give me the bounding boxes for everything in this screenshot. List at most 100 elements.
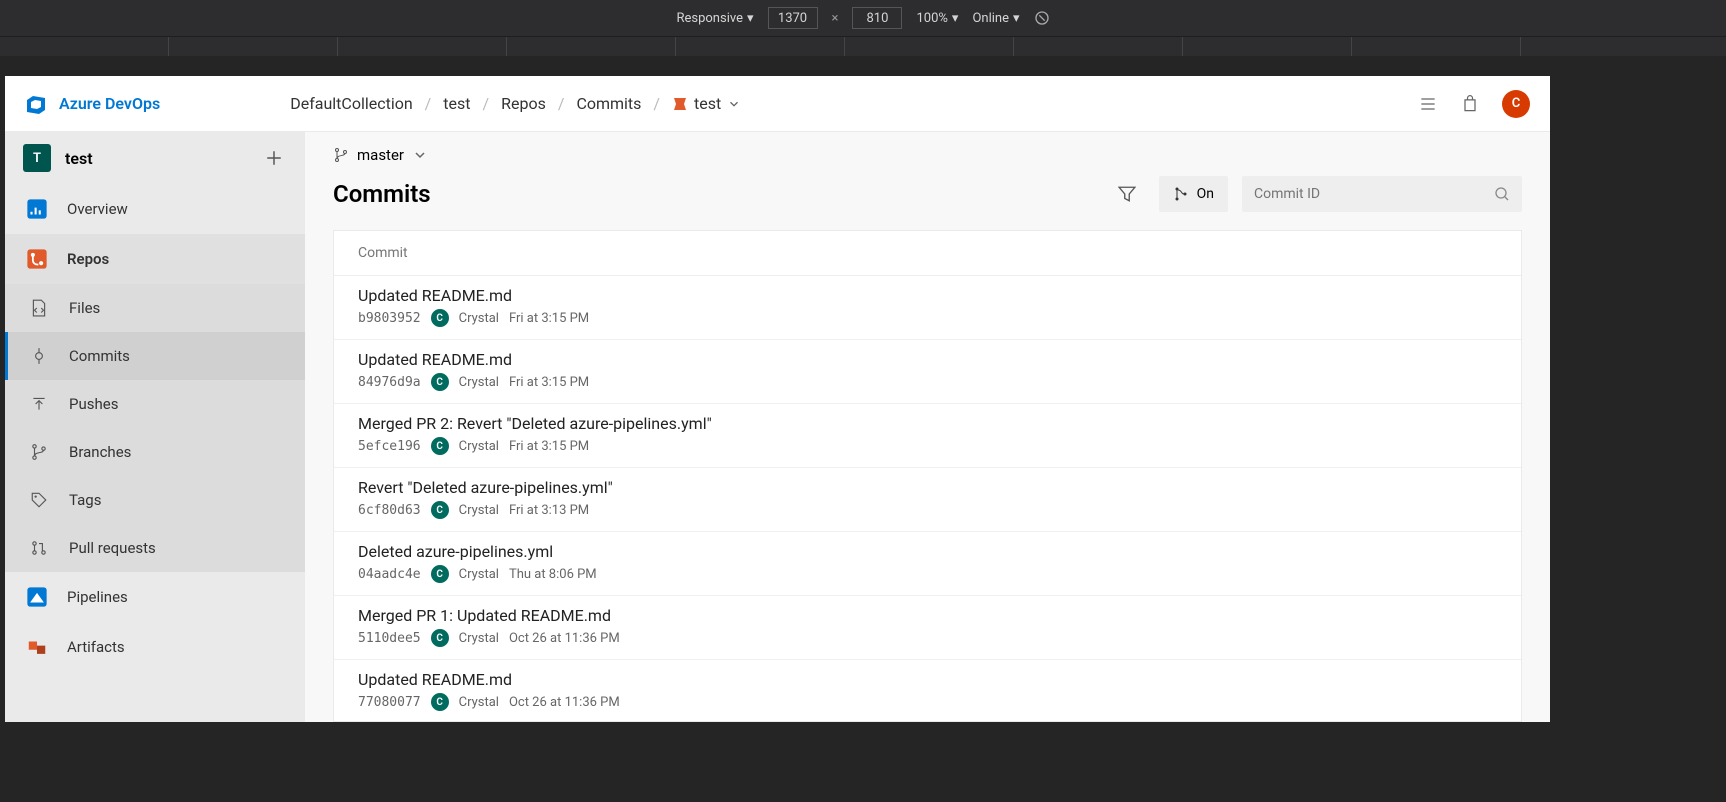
commit-icon xyxy=(27,344,51,368)
commit-author: Crystal xyxy=(459,631,499,646)
commit-author: Crystal xyxy=(459,567,499,582)
commits-panel: Commit Updated README.mdb9803952CCrystal… xyxy=(333,230,1522,722)
list-icon[interactable] xyxy=(1418,94,1438,114)
avatar[interactable]: C xyxy=(1502,90,1530,118)
breadcrumb-project[interactable]: test xyxy=(443,94,470,113)
author-badge: C xyxy=(431,437,449,455)
file-icon xyxy=(27,296,51,320)
bag-icon[interactable] xyxy=(1460,94,1480,114)
page-viewport: Azure DevOps DefaultCollection / test / … xyxy=(5,76,1550,722)
commit-hash: 5110dee5 xyxy=(358,631,421,646)
sidebar-item-label: Files xyxy=(69,299,100,317)
commit-hash: 84976d9a xyxy=(358,375,421,390)
commit-time: Fri at 3:13 PM xyxy=(509,503,589,518)
network-dropdown[interactable]: Online▾ xyxy=(972,11,1019,26)
graph-toggle-label: On xyxy=(1197,186,1214,202)
product-logo[interactable]: Azure DevOps xyxy=(25,92,160,116)
sidebar-item-commits[interactable]: Commits xyxy=(5,332,305,380)
overview-icon xyxy=(25,197,49,221)
sidebar-item-pushes[interactable]: Pushes xyxy=(5,380,305,428)
azure-devops-icon xyxy=(25,92,49,116)
product-name: Azure DevOps xyxy=(59,94,160,113)
commit-author: Crystal xyxy=(459,311,499,326)
author-badge: C xyxy=(431,373,449,391)
push-icon xyxy=(27,392,51,416)
project-badge: T xyxy=(23,144,51,172)
sidebar-item-label: Commits xyxy=(69,347,130,365)
project-name: test xyxy=(65,149,247,168)
commit-row[interactable]: Merged PR 2: Revert "Deleted azure-pipel… xyxy=(334,404,1521,468)
commit-title: Merged PR 2: Revert "Deleted azure-pipel… xyxy=(358,414,1497,433)
branch-icon xyxy=(27,440,51,464)
pipelines-icon xyxy=(25,585,49,609)
breadcrumb-sep: / xyxy=(558,94,565,113)
breadcrumb-collection[interactable]: DefaultCollection xyxy=(290,94,412,113)
commit-meta: 84976d9a C Crystal Fri at 3:15 PM xyxy=(358,373,1497,391)
commit-author: Crystal xyxy=(459,695,499,710)
branch-selector[interactable]: master xyxy=(305,132,1550,176)
sidebar-item-label: Pipelines xyxy=(67,588,128,606)
branch-name: master xyxy=(357,146,404,164)
author-badge: C xyxy=(431,309,449,327)
tag-icon xyxy=(27,488,51,512)
commit-row[interactable]: Revert "Deleted azure-pipelines.yml"6cf8… xyxy=(334,468,1521,532)
breadcrumb-sep: / xyxy=(483,94,490,113)
breadcrumb: DefaultCollection / test / Repos / Commi… xyxy=(290,94,741,113)
commit-meta: 6cf80d63CCrystalFri at 3:13 PM xyxy=(358,501,1497,519)
breadcrumb-area[interactable]: Repos xyxy=(501,94,546,113)
commit-title: Updated README.md xyxy=(358,350,1497,369)
commit-row[interactable]: Updated README.md77080077CCrystalOct 26 … xyxy=(334,660,1521,722)
commit-hash: 04aadc4e xyxy=(358,567,421,582)
author-badge: C xyxy=(431,629,449,647)
commit-search[interactable] xyxy=(1242,176,1522,212)
sidebar-item-overview[interactable]: Overview xyxy=(5,184,305,234)
branch-icon xyxy=(333,147,349,163)
commit-row[interactable]: Merged PR 1: Updated README.md5110dee5CC… xyxy=(334,596,1521,660)
commits-column-header: Commit xyxy=(334,231,1521,276)
project-row[interactable]: T test xyxy=(5,132,305,184)
commit-hash: 5efce196 xyxy=(358,439,421,454)
commit-time: Fri at 3:15 PM xyxy=(509,439,589,454)
commit-time: Fri at 3:15 PM xyxy=(509,311,589,326)
commit-meta: 04aadc4eCCrystalThu at 8:06 PM xyxy=(358,565,1497,583)
search-input[interactable] xyxy=(1254,186,1494,202)
main-content: master Commits On xyxy=(305,132,1550,722)
sidebar-item-repos[interactable]: Repos xyxy=(5,234,305,284)
commit-author: Crystal xyxy=(459,375,499,390)
graph-icon xyxy=(1173,186,1189,202)
commit-time: Oct 26 at 11:36 PM xyxy=(509,631,620,646)
breadcrumb-repo[interactable]: test xyxy=(672,94,741,113)
commit-meta: 5110dee5 C Crystal Oct 26 at 11:36 PM xyxy=(358,629,1497,647)
sidebar-item-label: Tags xyxy=(69,491,101,509)
commit-title: Revert "Deleted azure-pipelines.yml" xyxy=(358,478,1497,497)
commit-time: Fri at 3:15 PM xyxy=(509,375,589,390)
device-dropdown[interactable]: Responsive▾ xyxy=(676,11,753,26)
sidebar-item-files[interactable]: Files xyxy=(5,284,305,332)
rotate-icon[interactable] xyxy=(1034,10,1050,26)
breadcrumb-page[interactable]: Commits xyxy=(576,94,641,113)
commit-title: Updated README.md xyxy=(358,286,1497,305)
breadcrumb-sep: / xyxy=(425,94,432,113)
sidebar-item-pipelines[interactable]: Pipelines xyxy=(5,572,305,622)
repos-icon xyxy=(25,247,49,271)
topbar: Azure DevOps DefaultCollection / test / … xyxy=(5,76,1550,132)
sidebar-item-artifacts[interactable]: Artifacts xyxy=(5,622,305,672)
add-button[interactable] xyxy=(261,145,287,171)
commit-row[interactable]: Deleted azure-pipelines.yml04aadc4eCCrys… xyxy=(334,532,1521,596)
commit-row[interactable]: Updated README.mdb9803952CCrystalFri at … xyxy=(334,276,1521,340)
graph-toggle[interactable]: On xyxy=(1159,176,1228,212)
repo-icon xyxy=(672,96,688,112)
commit-row[interactable]: Updated README.md 84976d9a C Crystal Fri at … xyxy=(334,340,1521,404)
sidebar-item-branches[interactable]: Branches xyxy=(5,428,305,476)
height-input[interactable] xyxy=(852,7,902,29)
commit-author: Crystal xyxy=(459,503,499,518)
zoom-dropdown[interactable]: 100%▾ xyxy=(916,11,958,26)
sidebar-item-tags[interactable]: Tags xyxy=(5,476,305,524)
sidebar-item-pull-requests[interactable]: Pull requests xyxy=(5,524,305,572)
filter-button[interactable] xyxy=(1109,176,1145,212)
width-input[interactable] xyxy=(768,7,818,29)
commit-meta: b9803952CCrystalFri at 3:15 PM xyxy=(358,309,1497,327)
pull-request-icon xyxy=(27,536,51,560)
commit-meta: 77080077CCrystalOct 26 at 11:36 PM xyxy=(358,693,1497,711)
commit-time: Thu at 8:06 PM xyxy=(509,567,597,582)
